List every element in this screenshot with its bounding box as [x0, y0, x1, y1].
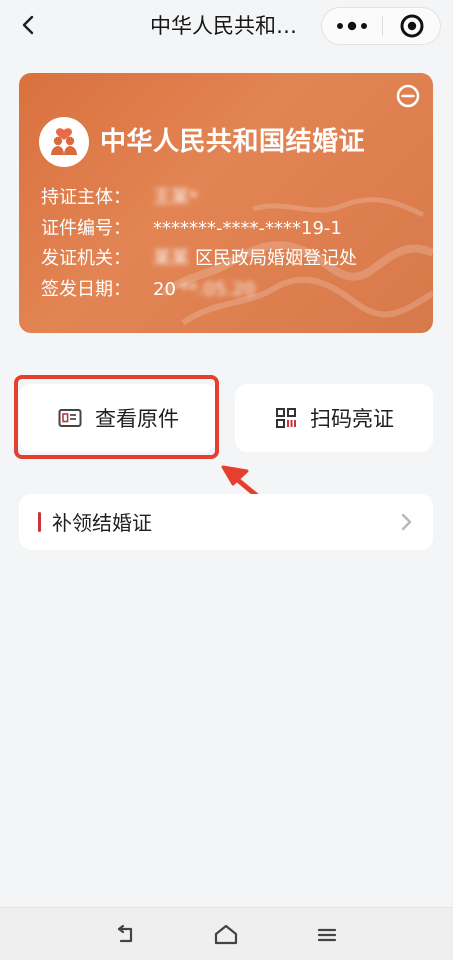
page-title: 中华人民共和… — [150, 14, 297, 38]
chevron-right-icon — [401, 513, 412, 531]
holder-row: 持证主体： 王某* — [41, 186, 198, 210]
more-button[interactable] — [322, 8, 382, 44]
qr-code-icon — [276, 408, 296, 428]
system-back-button[interactable] — [111, 921, 139, 949]
certificate-title: 中华人民共和国结婚证 — [100, 127, 366, 157]
certificate-number-row: 证件编号： *******-****-****19-1 — [41, 217, 342, 241]
couple-icon — [51, 128, 77, 155]
home-icon — [214, 924, 238, 945]
holder-value: 王某* — [153, 187, 198, 208]
issuing-authority-row: 发证机关： 某某 区民政局婚姻登记处 — [41, 247, 357, 271]
target-close-icon — [400, 14, 424, 38]
back-icon — [117, 924, 133, 943]
accent-bar — [38, 512, 41, 532]
certificate-number-label: 证件编号： — [41, 218, 131, 239]
more-dots-icon — [337, 21, 367, 31]
marriage-certificate-card[interactable]: 中华人民共和国结婚证 持证主体： 王某* 证件编号： *******-****-… — [19, 73, 433, 333]
holder-label: 持证主体： — [41, 187, 131, 208]
system-menu-button[interactable] — [313, 921, 341, 949]
certificate-number-value: *******-****-****19-1 — [153, 218, 342, 239]
issuing-authority-blurred-value: 某某 — [153, 248, 189, 269]
miniapp-capsule — [321, 7, 441, 45]
issuing-authority-label: 发证机关： — [41, 248, 131, 269]
certificate-emblem — [39, 117, 89, 167]
system-home-button[interactable] — [212, 921, 240, 949]
scan-show-button[interactable]: 扫码亮证 — [235, 384, 433, 452]
chevron-left-icon — [22, 15, 34, 35]
issue-date-label: 签发日期： — [41, 279, 131, 300]
issuing-authority-value: 区民政局婚姻登记处 — [195, 248, 357, 269]
issue-date-blurred-value: **.05.20 — [179, 279, 256, 300]
top-nav: 中华人民共和… — [0, 0, 453, 54]
collapse-icon[interactable] — [395, 83, 421, 109]
issue-date-value: 20 — [153, 279, 176, 300]
system-navigation-bar — [0, 907, 453, 960]
highlight-box — [14, 375, 219, 459]
back-button[interactable] — [12, 8, 46, 42]
issue-date-row: 签发日期： 20 **.05.20 — [41, 278, 255, 302]
close-miniapp-button[interactable] — [383, 8, 441, 44]
menu-icon — [317, 928, 337, 942]
reissue-label: 补领结婚证 — [52, 511, 152, 535]
scan-show-label: 扫码亮证 — [310, 407, 394, 431]
reissue-certificate-row[interactable]: 补领结婚证 — [19, 494, 433, 550]
